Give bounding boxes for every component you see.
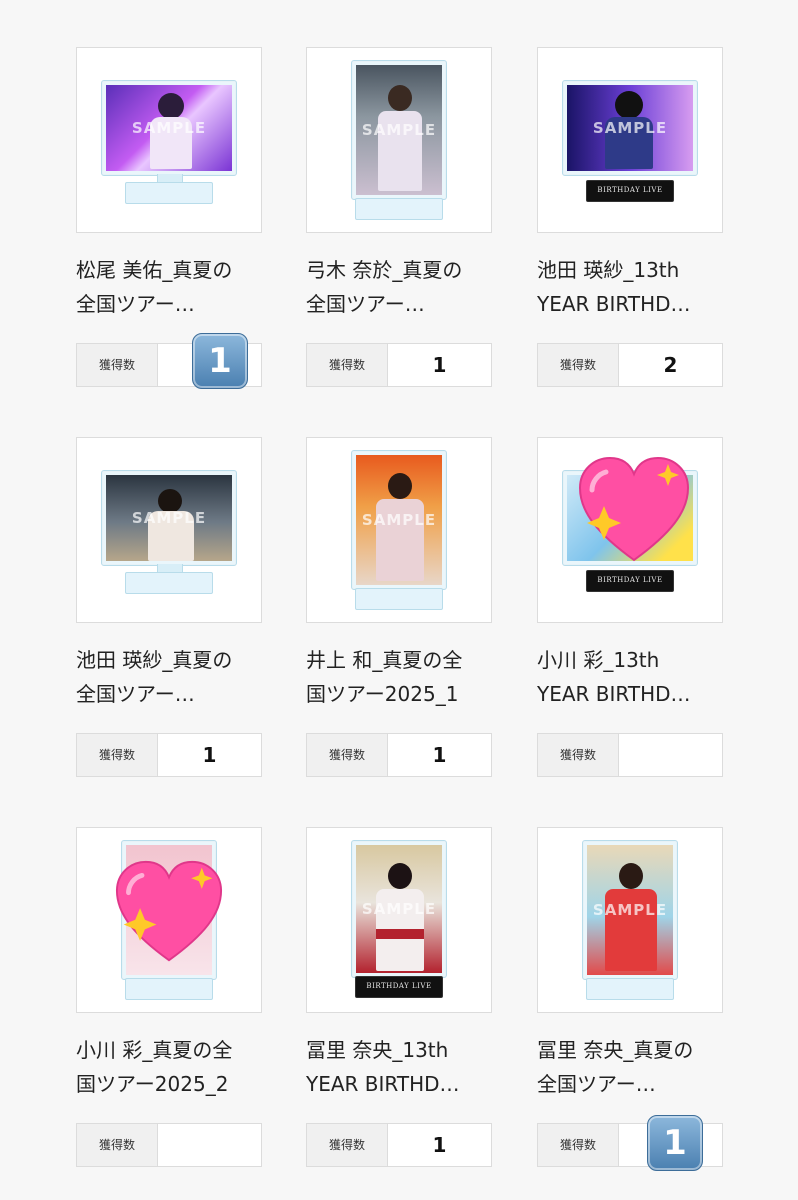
sparkling-heart-icon xyxy=(578,456,690,562)
count-row: 獲得数 xyxy=(76,1123,262,1167)
count-label: 獲得数 xyxy=(77,734,158,776)
item-name: 弓木 奈於_真夏の 全国ツアー… xyxy=(306,258,463,316)
stand-base xyxy=(125,978,213,1000)
count-row: 獲得数 xyxy=(537,733,723,777)
stand-base xyxy=(355,588,443,610)
stand-base xyxy=(125,182,213,204)
acrylic-stand-photo: SAMPLE xyxy=(562,80,698,176)
count-row: 獲得数 1 xyxy=(306,343,492,387)
stand-base: BIRTHDAY LIVE xyxy=(355,976,443,998)
item-thumbnail[interactable]: SAMPLE BIRTHDAY LIVE xyxy=(537,47,723,233)
item-thumbnail[interactable]: SAMPLE xyxy=(537,827,723,1013)
keycap-one-icon: 1 xyxy=(192,333,248,389)
stand-base: BIRTHDAY LIVE xyxy=(586,570,674,592)
item-thumbnail[interactable]: SAMPLE xyxy=(306,47,492,233)
count-label: 獲得数 xyxy=(538,734,619,776)
stand-base xyxy=(125,572,213,594)
sparkling-heart-icon xyxy=(115,860,223,962)
count-row: 獲得数 1 xyxy=(306,733,492,777)
sample-watermark: SAMPLE xyxy=(592,119,668,137)
item-name: 松尾 美佑_真夏の 全国ツアー… xyxy=(76,258,233,316)
sample-watermark: SAMPLE xyxy=(361,121,437,139)
item-name: 井上 和_真夏の全 国ツアー2025_1 xyxy=(306,648,463,706)
sample-watermark: SAMPLE xyxy=(361,900,437,918)
count-label: 獲得数 xyxy=(307,734,388,776)
acrylic-stand-grid: SAMPLE 松尾 美佑_真夏の 全国ツアー… 獲得数 1 SAMPLE 弓木 … xyxy=(0,0,798,1200)
sample-watermark: SAMPLE xyxy=(361,511,437,529)
acrylic-stand-photo: SAMPLE xyxy=(101,80,237,176)
acrylic-stand-photo: SAMPLE xyxy=(351,60,447,200)
acrylic-stand-photo: SAMPLE xyxy=(351,450,447,590)
item-thumbnail[interactable]: SAMPLE BIRTHDAY LIVE xyxy=(306,827,492,1013)
sample-watermark: SAMPLE xyxy=(592,901,668,919)
acrylic-stand-photo: SAMPLE xyxy=(351,840,447,978)
count-row: 獲得数 1 xyxy=(306,1123,492,1167)
stand-base xyxy=(586,978,674,1000)
count-value: 1 xyxy=(432,743,447,767)
item-thumbnail[interactable]: SAMPLE xyxy=(76,437,262,623)
item-name: 小川 彩_13th YEAR BIRTHD… xyxy=(537,648,691,706)
acrylic-stand-photo: SAMPLE xyxy=(101,470,237,566)
count-value xyxy=(158,1124,261,1166)
item-name: 池田 瑛紗_真夏の 全国ツアー… xyxy=(76,648,233,706)
item-name: 小川 彩_真夏の全 国ツアー2025_2 xyxy=(76,1038,233,1096)
item-thumbnail[interactable]: SAMPLE xyxy=(306,437,492,623)
count-value: 1 xyxy=(202,743,217,767)
acrylic-stand-photo: SAMPLE xyxy=(582,840,678,980)
count-row: 獲得数 2 xyxy=(537,343,723,387)
stand-base xyxy=(355,198,443,220)
item-thumbnail[interactable] xyxy=(76,827,262,1013)
count-value: 2 xyxy=(663,353,678,377)
item-thumbnail[interactable]: SAMPLE xyxy=(76,47,262,233)
item-name: 冨里 奈央_真夏の 全国ツアー… xyxy=(537,1038,694,1096)
count-label: 獲得数 xyxy=(538,344,619,386)
count-value xyxy=(619,734,722,776)
count-row: 獲得数 1 xyxy=(76,733,262,777)
count-label: 獲得数 xyxy=(307,344,388,386)
count-value: 1 xyxy=(432,353,447,377)
count-label: 獲得数 xyxy=(538,1124,619,1166)
count-value: 1 xyxy=(432,1133,447,1157)
keycap-one-icon: 1 xyxy=(647,1115,703,1171)
count-label: 獲得数 xyxy=(77,1124,158,1166)
count-label: 獲得数 xyxy=(77,344,158,386)
item-thumbnail[interactable]: BIRTHDAY LIVE xyxy=(537,437,723,623)
count-label: 獲得数 xyxy=(307,1124,388,1166)
sample-watermark: SAMPLE xyxy=(131,119,207,137)
sample-watermark: SAMPLE xyxy=(131,509,207,527)
item-name: 池田 瑛紗_13th YEAR BIRTHD… xyxy=(537,258,691,316)
stand-base: BIRTHDAY LIVE xyxy=(586,180,674,202)
item-name: 冨里 奈央_13th YEAR BIRTHD… xyxy=(306,1038,460,1096)
